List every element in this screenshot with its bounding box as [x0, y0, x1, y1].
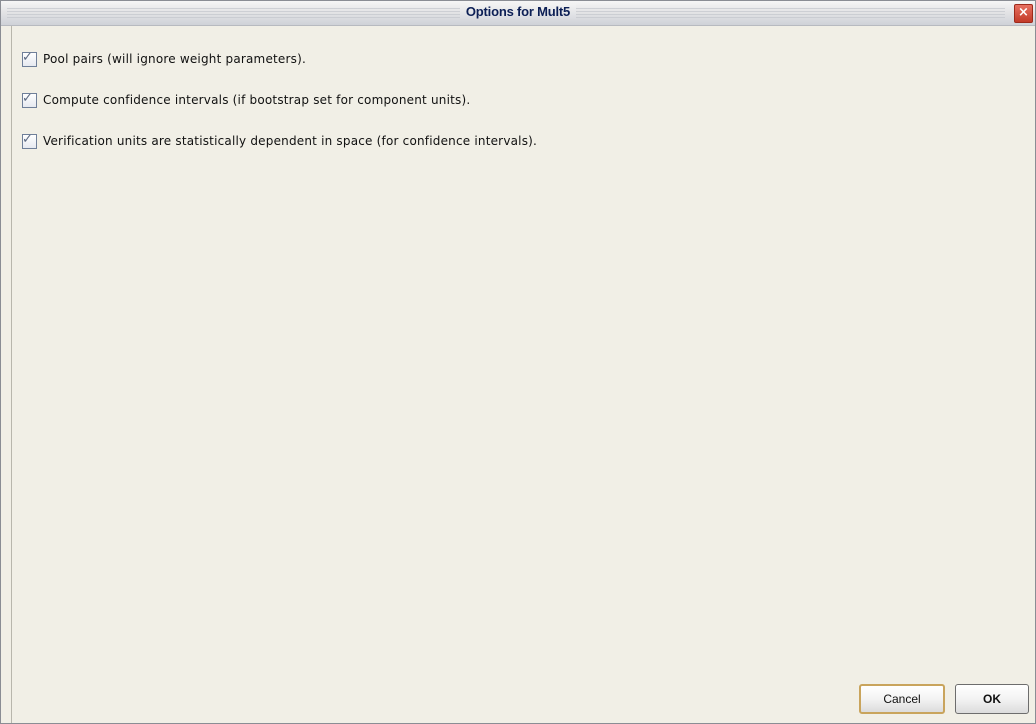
dialog-title-label: Options for Mult5	[459, 4, 577, 19]
options-panel: ✓ Pool pairs (will ignore weight paramet…	[11, 26, 1035, 723]
option-spatial-dependence[interactable]: ✓ Verification units are statistically d…	[22, 130, 537, 152]
close-icon: ×	[1018, 5, 1029, 20]
options-dialog: Options for Mult5 × ✓ Pool pairs (will i…	[0, 0, 1036, 724]
confidence-intervals-checkbox[interactable]: ✓	[22, 90, 37, 108]
dialog-title: Options for Mult5	[1, 4, 1035, 19]
pool-pairs-checkbox[interactable]: ✓	[22, 49, 37, 67]
option-pool-pairs[interactable]: ✓ Pool pairs (will ignore weight paramet…	[22, 48, 306, 70]
ok-button[interactable]: OK	[955, 684, 1029, 714]
checkmark-icon: ✓	[22, 90, 33, 106]
checkmark-icon: ✓	[22, 49, 33, 65]
confidence-intervals-label: Compute confidence intervals (if bootstr…	[43, 93, 471, 107]
option-confidence-intervals[interactable]: ✓ Compute confidence intervals (if boots…	[22, 89, 470, 111]
cancel-button[interactable]: Cancel	[859, 684, 945, 714]
close-button[interactable]: ×	[1014, 4, 1033, 23]
title-bar[interactable]: Options for Mult5 ×	[1, 1, 1035, 26]
spatial-dependence-checkbox[interactable]: ✓	[22, 131, 37, 149]
spatial-dependence-label: Verification units are statistically dep…	[43, 134, 538, 148]
checkmark-icon: ✓	[22, 131, 33, 147]
pool-pairs-label: Pool pairs (will ignore weight parameter…	[43, 52, 306, 66]
